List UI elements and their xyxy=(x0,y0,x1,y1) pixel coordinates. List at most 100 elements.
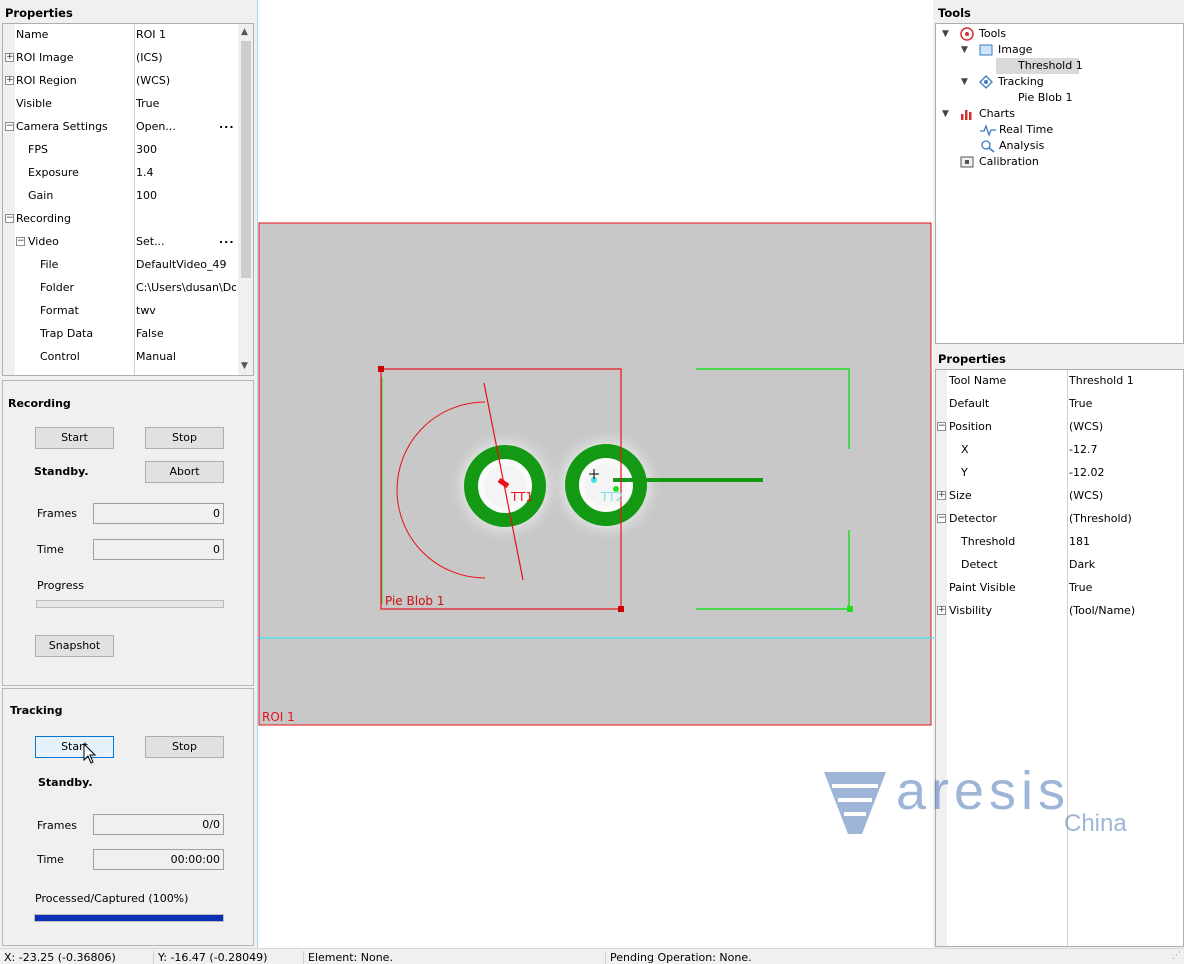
prop-value[interactable]: twv xyxy=(136,304,236,317)
collapse-icon[interactable]: − xyxy=(5,122,14,131)
snapshot-button[interactable]: Snapshot xyxy=(35,635,114,657)
progress-label: Progress xyxy=(37,579,84,592)
prop-value[interactable]: Dark xyxy=(1069,558,1181,571)
tree-label: Calibration xyxy=(979,155,1039,168)
prop-value[interactable]: (Threshold) xyxy=(1069,512,1181,525)
time-label: Time xyxy=(37,853,64,866)
expand-icon[interactable]: + xyxy=(937,491,946,500)
prop-name: Video xyxy=(28,235,59,248)
tree-item-pie-blob-1[interactable]: Pie Blob 1 xyxy=(1018,90,1073,106)
processed-progress-bar xyxy=(34,914,224,922)
prop-value[interactable]: 1.4 xyxy=(136,166,236,179)
prop-value[interactable]: -12.02 xyxy=(1069,466,1181,479)
collapse-icon[interactable]: − xyxy=(937,422,946,431)
recording-start-button[interactable]: Start xyxy=(35,427,114,449)
tracking-start-button[interactable]: Start xyxy=(35,736,114,758)
collapse-icon[interactable]: − xyxy=(16,237,25,246)
progress-fill xyxy=(35,915,223,921)
prop-name: Default xyxy=(949,397,990,410)
scroll-up-icon[interactable]: ▲ xyxy=(241,27,248,37)
calibration-icon xyxy=(960,156,974,168)
prop-value[interactable]: (ICS) xyxy=(136,51,236,64)
resize-grip-icon[interactable]: ⋰ xyxy=(1172,951,1181,961)
tracking-panel: Tracking Start Stop Standby. Frames 0/0 … xyxy=(2,688,254,946)
prop-value[interactable]: 300 xyxy=(136,143,236,156)
recording-stop-button[interactable]: Stop xyxy=(145,427,224,449)
chevron-down-icon[interactable]: ▼ xyxy=(942,106,949,122)
prop-name: Control xyxy=(40,350,80,363)
chevron-down-icon[interactable]: ▼ xyxy=(961,42,968,58)
ellipsis-button[interactable]: ... xyxy=(219,233,235,246)
prop-value[interactable]: (WCS) xyxy=(1069,489,1181,502)
image-icon xyxy=(979,44,993,56)
scroll-down-icon[interactable]: ▼ xyxy=(241,361,248,371)
abort-button[interactable]: Abort xyxy=(145,461,224,483)
tree-label: Charts xyxy=(979,107,1015,120)
resize-handle[interactable] xyxy=(618,606,624,612)
prop-value[interactable]: C:\Users\dusan\Docu xyxy=(136,281,236,294)
prop-value[interactable]: Open... xyxy=(136,120,211,133)
resize-handle[interactable] xyxy=(847,606,853,612)
prop-value[interactable]: (WCS) xyxy=(1069,420,1181,433)
prop-value[interactable]: True xyxy=(1069,581,1181,594)
tracking-icon xyxy=(979,75,993,89)
status-element: Element: None. xyxy=(303,951,393,964)
tree-label: Tools xyxy=(979,27,1007,40)
tools-tree[interactable]: ▼ Tools ▼ Image Threshold 1 ▼ Tracking P… xyxy=(935,23,1184,344)
prop-name: X xyxy=(961,443,969,456)
status-bar: X: -23.25 (-0.36806) Y: -16.47 (-0.28049… xyxy=(0,948,1184,964)
scrollbar-thumb[interactable] xyxy=(241,41,251,278)
prop-name: Name xyxy=(16,28,49,41)
viewport-canvas[interactable] xyxy=(258,0,934,948)
prop-value[interactable]: Threshold 1 xyxy=(1069,374,1181,387)
prop-value[interactable]: Manual xyxy=(136,350,236,363)
collapse-icon[interactable]: − xyxy=(5,214,14,223)
left-property-grid[interactable]: Name ROI 1 + ROI Image (ICS) + ROI Region (WC… xyxy=(2,23,254,376)
prop-value[interactable]: True xyxy=(1069,397,1181,410)
prop-value[interactable]: 100 xyxy=(136,189,236,202)
tree-label: Pie Blob 1 xyxy=(1018,91,1073,104)
prop-value[interactable]: True xyxy=(136,97,236,110)
recording-progress-bar xyxy=(36,600,224,608)
frames-label: Frames xyxy=(37,819,78,832)
target-label-2: TT2 xyxy=(601,490,624,504)
expand-icon[interactable]: + xyxy=(937,606,946,615)
prop-name: ROI Image xyxy=(16,51,74,64)
tools-title: Tools xyxy=(938,6,971,20)
right-property-grid[interactable]: Tool Name Threshold 1 Default True − Positi… xyxy=(935,369,1184,947)
resize-handle[interactable] xyxy=(378,366,384,372)
prop-name: Size xyxy=(949,489,972,502)
image-viewport[interactable]: TT1 TT2 Pie Blob 1 ROI 1 xyxy=(257,0,934,948)
tracking-status: Standby. xyxy=(38,776,93,789)
prop-name: Detector xyxy=(949,512,997,525)
processed-label: Processed/Captured (100%) xyxy=(35,892,189,905)
prop-value[interactable]: (WCS) xyxy=(136,74,236,87)
prop-name: Format xyxy=(40,304,79,317)
prop-name: File xyxy=(40,258,59,271)
left-properties-title: Properties xyxy=(5,6,73,20)
expand-icon[interactable]: + xyxy=(5,53,14,62)
prop-value[interactable]: Set... xyxy=(136,235,211,248)
pulse-icon xyxy=(980,124,996,137)
prop-name: Gain xyxy=(28,189,54,202)
tree-label: Tracking xyxy=(998,75,1044,88)
prop-name: Paint Visible xyxy=(949,581,1016,594)
prop-value[interactable]: False xyxy=(136,327,236,340)
prop-name: Visbility xyxy=(949,604,993,617)
expand-icon[interactable]: + xyxy=(5,76,14,85)
ellipsis-button[interactable]: ... xyxy=(219,118,235,131)
tree-item-threshold-1[interactable]: Threshold 1 xyxy=(996,58,1083,74)
prop-value[interactable]: 181 xyxy=(1069,535,1181,548)
chevron-down-icon[interactable]: ▼ xyxy=(961,74,968,90)
prop-name: Recording xyxy=(16,212,72,225)
prop-value[interactable]: -12.7 xyxy=(1069,443,1181,456)
prop-name: Threshold xyxy=(961,535,1016,548)
chevron-down-icon[interactable]: ▼ xyxy=(942,26,949,42)
collapse-icon[interactable]: − xyxy=(937,514,946,523)
prop-value[interactable]: ROI 1 xyxy=(136,28,236,41)
right-properties-title: Properties xyxy=(938,352,1006,366)
prop-value[interactable]: (Tool/Name) xyxy=(1069,604,1181,617)
vertical-scrollbar[interactable]: ▲ ▼ xyxy=(238,24,253,375)
prop-value[interactable]: DefaultVideo_49 xyxy=(136,258,236,271)
tracking-stop-button[interactable]: Stop xyxy=(145,736,224,758)
